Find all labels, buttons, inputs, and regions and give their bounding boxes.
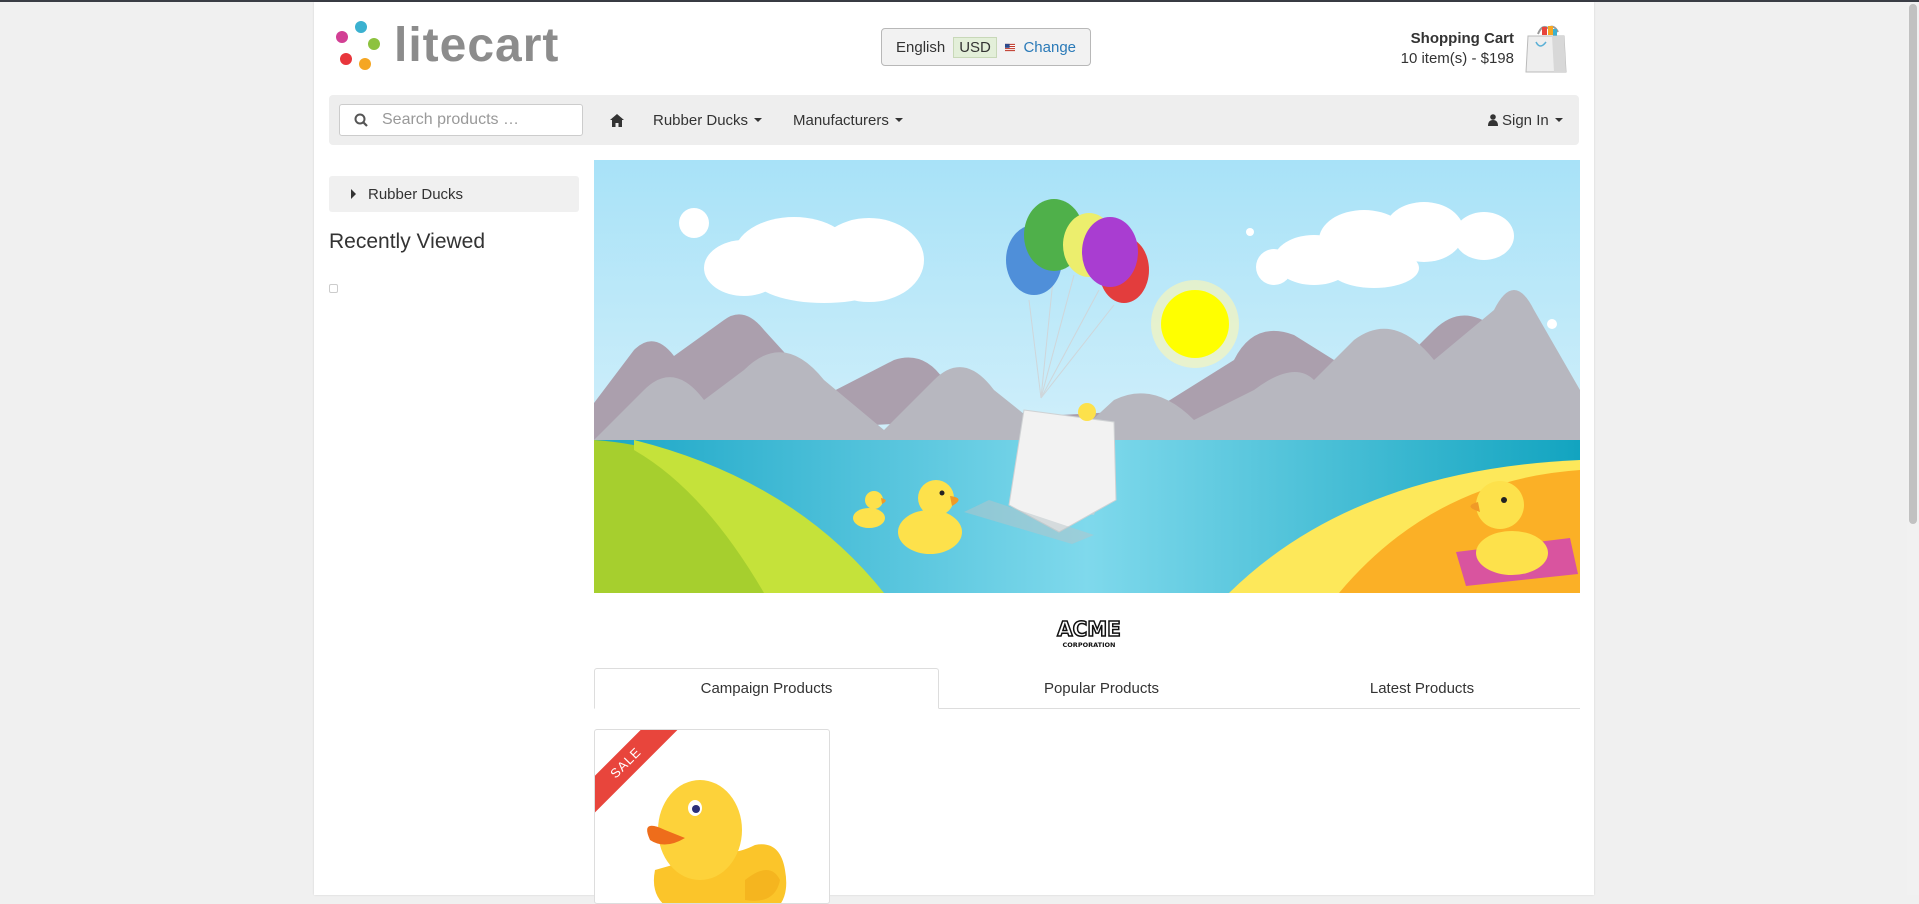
search-input[interactable] bbox=[380, 110, 564, 130]
user-icon bbox=[1488, 114, 1498, 126]
product-tabs: Campaign Products Popular Products Lates… bbox=[594, 668, 1580, 709]
cart-summary: 10 item(s) - $198 bbox=[1400, 50, 1514, 67]
nav-rubber-ducks-label: Rubber Ducks bbox=[653, 111, 749, 129]
banner-illustration bbox=[594, 160, 1580, 593]
main-navbar: Rubber Ducks Manufacturers Sign In bbox=[329, 95, 1579, 145]
vertical-scrollbar[interactable] bbox=[1907, 2, 1919, 895]
sign-in-menu[interactable]: Sign In bbox=[1488, 95, 1563, 145]
sidebar-category-label: Rubber Ducks bbox=[368, 185, 464, 203]
tab-campaign-products[interactable]: Campaign Products bbox=[594, 668, 939, 709]
nav-rubber-ducks-menu[interactable]: Rubber Ducks bbox=[653, 95, 763, 145]
change-region-link[interactable]: Change bbox=[1023, 39, 1076, 56]
home-link[interactable] bbox=[610, 95, 624, 145]
scrollbar-thumb[interactable] bbox=[1909, 4, 1917, 524]
sign-in-label: Sign In bbox=[1502, 111, 1549, 129]
sidebar-item-rubber-ducks[interactable]: Rubber Ducks bbox=[329, 176, 579, 212]
shopping-bag-icon bbox=[1525, 25, 1567, 73]
search-box bbox=[339, 104, 583, 136]
currency-label: USD bbox=[953, 36, 997, 58]
tab-latest-products[interactable]: Latest Products bbox=[1264, 668, 1580, 708]
cart-title: Shopping Cart bbox=[1410, 30, 1514, 47]
chevron-right-icon bbox=[351, 189, 356, 199]
shopping-cart[interactable]: Shopping Cart 10 item(s) - $198 bbox=[1401, 24, 1568, 74]
tab-popular-products[interactable]: Popular Products bbox=[939, 668, 1264, 708]
product-card[interactable]: SALE bbox=[594, 729, 830, 904]
site-logo[interactable]: litecart bbox=[332, 18, 559, 73]
recently-viewed-placeholder bbox=[329, 284, 338, 293]
page-container: litecart English USD Change Shopping Car… bbox=[314, 2, 1594, 904]
nav-manufacturers-label: Manufacturers bbox=[793, 111, 889, 129]
us-flag-icon bbox=[1004, 43, 1016, 51]
region-selector[interactable]: English USD Change bbox=[881, 28, 1091, 66]
nav-manufacturers-menu[interactable]: Manufacturers bbox=[793, 95, 903, 145]
acme-corporation-logo[interactable]: ACME CORPORATION bbox=[1053, 616, 1125, 650]
acme-logo-text: ACME bbox=[1057, 617, 1121, 641]
acme-logo-subtext: CORPORATION bbox=[1063, 641, 1116, 649]
tab-label: Latest Products bbox=[1369, 679, 1475, 697]
home-icon bbox=[610, 113, 624, 127]
logo-dots-icon bbox=[336, 20, 380, 70]
hero-banner[interactable] bbox=[594, 160, 1580, 593]
chevron-down-icon bbox=[754, 118, 763, 122]
chevron-down-icon bbox=[1554, 118, 1563, 122]
logo-wordmark: litecart bbox=[394, 19, 560, 72]
chevron-down-icon bbox=[894, 118, 903, 122]
search-icon bbox=[354, 113, 368, 127]
tab-label: Popular Products bbox=[1043, 679, 1160, 697]
tab-label: Campaign Products bbox=[700, 680, 833, 697]
recently-viewed-heading: Recently Viewed bbox=[329, 230, 486, 253]
language-label: English bbox=[896, 38, 946, 56]
